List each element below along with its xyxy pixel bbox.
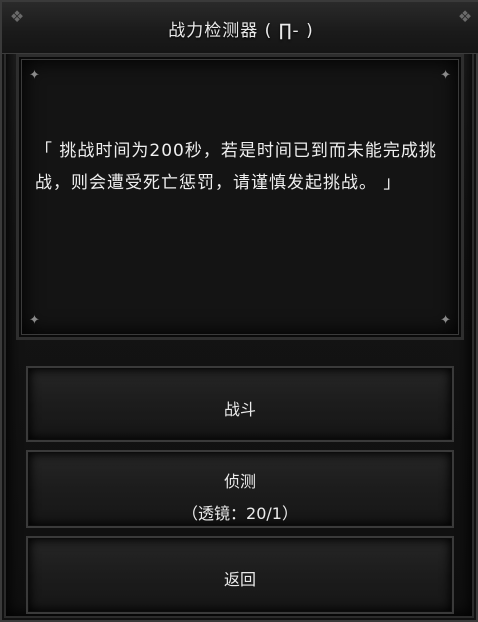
title-bar: ❖ ❖ 战力检测器 ( ∏- ) bbox=[2, 2, 478, 54]
back-button-label: 返回 bbox=[223, 570, 256, 589]
back-button[interactable]: 返回 bbox=[26, 536, 454, 614]
detect-button[interactable]: 侦测 （透镜：20/1） bbox=[26, 450, 454, 528]
dialog-window: ❖ ❖ 战力检测器 ( ∏- ) ✦ ✦ ✦ ✦ 「 挑战时间为200秒，若是时… bbox=[0, 0, 478, 622]
fight-button-label: 战斗 bbox=[223, 400, 256, 419]
sparkle-icon: ✦ bbox=[440, 68, 451, 83]
dialog-title: 战力检测器 ( ∏- ) bbox=[168, 21, 314, 41]
detect-button-label: 侦测 bbox=[223, 472, 256, 491]
sparkle-icon: ✦ bbox=[29, 68, 40, 83]
fight-button[interactable]: 战斗 bbox=[26, 366, 454, 442]
challenge-message: 「 挑战时间为200秒，若是时间已到而未能完成挑战，则会遭受死亡惩罚，请谨慎发起… bbox=[35, 141, 437, 193]
sparkle-icon: ✦ bbox=[440, 313, 451, 328]
lens-count-label: （透镜：20/1） bbox=[182, 504, 298, 523]
sparkle-icon: ✦ bbox=[29, 313, 40, 328]
message-panel: ✦ ✦ ✦ ✦ 「 挑战时间为200秒，若是时间已到而未能完成挑战，则会遭受死亡… bbox=[16, 54, 464, 340]
